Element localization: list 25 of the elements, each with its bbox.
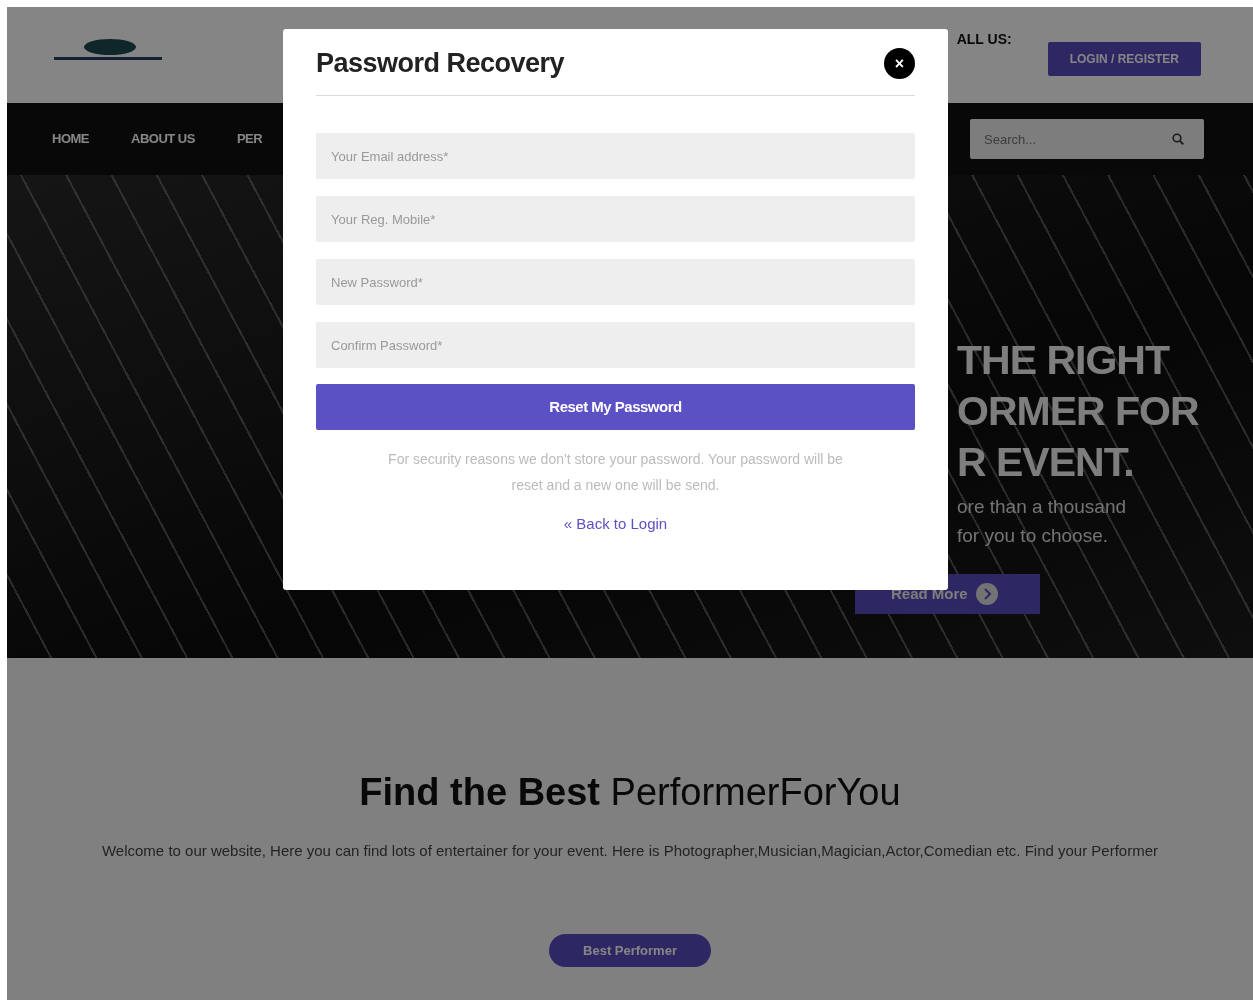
nav-link[interactable]: HOME bbox=[52, 129, 89, 149]
search-field[interactable]: Search... bbox=[970, 119, 1204, 159]
input-field[interactable]: Your Reg. Mobile* bbox=[316, 196, 915, 243]
section-title: Find the Best PerformerForYou bbox=[358, 770, 902, 815]
hero-headline: THE RIGHT bbox=[957, 336, 1171, 385]
hero-subtitle: for you to choose. bbox=[957, 524, 1110, 548]
login-register-button[interactable]: LOGIN / REGISTER bbox=[1047, 42, 1201, 76]
input-field[interactable]: Confirm Password* bbox=[316, 322, 915, 369]
input-field[interactable]: New Password* bbox=[316, 259, 915, 306]
input-field[interactable]: Your Email address* bbox=[316, 133, 915, 180]
reset-password-button[interactable]: Reset My Password bbox=[316, 384, 915, 431]
hero-subtitle: ore than a thousand bbox=[957, 495, 1128, 519]
nav-link[interactable]: PER bbox=[236, 129, 263, 149]
security-note: For security reasons we don't store your password. Your password will be reset and a new one will be send. bbox=[387, 450, 844, 496]
hero-headline: ORMER FOR bbox=[957, 387, 1200, 436]
intro-paragraph: Welcome to our website, Here you can find lots of entertainer for your event. Here is Photographer,Musician,Magician,Actor,Comedian etc. Find your Performer bbox=[100, 840, 1160, 861]
dialog-title: Password Recovery bbox=[316, 47, 565, 80]
chevron-circle-icon bbox=[975, 583, 998, 605]
back-to-login-link[interactable]: « Back to Login bbox=[563, 515, 668, 533]
contact-label: ALL US: bbox=[956, 30, 1012, 49]
hero-headline: R EVENT. bbox=[957, 438, 1135, 487]
search-icon[interactable] bbox=[1172, 133, 1184, 145]
nav-link[interactable]: ABOUT US bbox=[131, 129, 195, 149]
close-button[interactable]: × bbox=[884, 47, 915, 79]
best-performer-button[interactable]: Best Performer bbox=[549, 933, 711, 968]
